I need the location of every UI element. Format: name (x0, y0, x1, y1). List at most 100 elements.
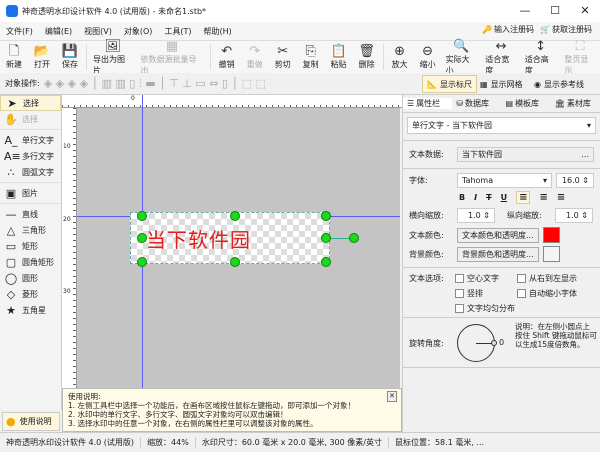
toolbar-button[interactable]: ⛶ 整页显示 (560, 39, 600, 75)
resize-handle[interactable] (137, 211, 147, 221)
tool-item[interactable]: ▭ 矩形 (0, 238, 61, 254)
menu-file[interactable]: 文件(F) (0, 26, 39, 37)
toolbar-button[interactable]: 🗑 删除 (353, 41, 381, 73)
tool-label: 选择 (23, 98, 39, 108)
tool-label: 直线 (22, 209, 38, 219)
tab-materials[interactable]: 🏛 素材库 (551, 98, 600, 109)
distribute-checkbox[interactable]: 文字均匀分布 (455, 303, 515, 314)
layer-icon[interactable]: ◈ ◈ ◈ ◈ │ ▥ ▥ ▯ ⫶ ▬ │ ⊤ ⊥ ▭ ⇔ ▯ │ ⬚ ⬚ (44, 77, 266, 91)
toolbar-button[interactable]: ↕ 适合高度 (521, 39, 561, 75)
hollow-text-checkbox[interactable]: 空心文字 (455, 273, 499, 284)
auto-shrink-checkbox[interactable]: 自动缩小字体 (517, 288, 577, 299)
show-grid-toggle[interactable]: ▦ 显示网格 (476, 75, 527, 93)
resize-handle[interactable] (321, 211, 331, 221)
resize-handle[interactable] (137, 233, 147, 243)
rotation-value: 0 (499, 338, 505, 347)
toolbar-button[interactable]: 💾 保存 (56, 41, 84, 73)
bold-button[interactable]: B (459, 193, 465, 202)
rtl-checkbox[interactable]: 从右到左显示 (517, 273, 577, 284)
tool-item[interactable]: ➤ 选择 (0, 95, 61, 111)
resize-handle[interactable] (321, 233, 331, 243)
resize-handle[interactable] (230, 257, 240, 267)
bg-color-button[interactable]: 背景颜色和透明度... (457, 246, 539, 262)
maximize-button[interactable]: ☐ (540, 0, 570, 22)
vscale-spinner[interactable]: 1.0 ⇕ (555, 208, 593, 223)
toolbar-button[interactable]: 🖼 导出为图片 (89, 39, 136, 75)
rotation-handle[interactable] (349, 233, 359, 243)
help-toggle-button[interactable]: ● 使用说明 (2, 412, 60, 431)
tab-properties[interactable]: ☰ 属性栏 (403, 98, 453, 109)
menu-help[interactable]: 帮助(H) (198, 26, 238, 37)
toolbar-icon: 📂 (33, 44, 51, 59)
tab-label: 素材库 (566, 99, 591, 108)
rotation-dot[interactable] (491, 340, 497, 346)
toolbar-button[interactable]: 📂 打开 (28, 41, 56, 73)
show-guides-toggle[interactable]: ◉ 显示参考线 (530, 75, 588, 93)
tool-item[interactable]: ▣ 图片 (0, 185, 61, 201)
tool-label: 菱形 (22, 289, 38, 299)
key-icon: 🔑 (482, 25, 492, 34)
text-color-button[interactable]: 文本颜色和透明度... (457, 227, 539, 243)
italic-button[interactable]: I (474, 193, 477, 202)
tool-item[interactable]: ◇ 菱形 (0, 286, 61, 302)
toolbar-button[interactable]: ↔ 适合宽度 (481, 39, 521, 75)
tool-label: 单行文字 (22, 135, 54, 145)
align-right-icon[interactable]: ≡ (557, 192, 565, 203)
tool-item[interactable]: A≡ 多行文字 (0, 148, 61, 164)
help-close-button[interactable]: ✕ (387, 391, 397, 402)
font-size-spinner[interactable]: 16.0 ⇕ (556, 173, 594, 188)
object-selector-value: 单行文字 - 当下软件园 (412, 121, 492, 130)
cart-icon: 🛒 (540, 25, 550, 34)
text-data-more-button[interactable]: ... (581, 150, 589, 159)
menu-tools[interactable]: 工具(T) (158, 26, 197, 37)
toolbar-button[interactable]: ↷ 重做 (241, 41, 269, 73)
tool-item[interactable]: ✋ 选择 (0, 111, 61, 127)
tool-item[interactable]: ◯ 圆形 (0, 270, 61, 286)
toolbar-button[interactable]: ⊕ 放大 (386, 41, 414, 73)
tool-item[interactable]: — 直线 (0, 206, 61, 222)
menu-view[interactable]: 视图(V) (78, 26, 118, 37)
menu-edit[interactable]: 编辑(E) (39, 26, 78, 37)
checkbox-label: 从右到左显示 (529, 274, 577, 283)
text-color-swatch[interactable] (542, 227, 560, 243)
watermark-text[interactable]: 当下软件园 (146, 224, 251, 253)
tool-item[interactable]: ∴ 圆弧文字 (0, 164, 61, 180)
bg-color-swatch[interactable] (542, 246, 560, 262)
rotation-label: 旋转角度: (409, 339, 444, 348)
status-app: 神奇透明水印设计软件 4.0 (试用版) (0, 437, 142, 448)
tool-label: 多行文字 (22, 151, 54, 161)
toolbar-button[interactable]: ↶ 撤销 (213, 41, 241, 73)
tool-item[interactable]: A_ 单行文字 (0, 132, 61, 148)
text-data-field[interactable]: 当下软件园... (457, 147, 594, 162)
show-ruler-toggle[interactable]: 📐 显示标尺 (422, 75, 477, 93)
align-left-icon[interactable]: ≡ (516, 191, 531, 204)
toolbar-button[interactable]: ▦ 依数据源批量导出 (136, 39, 207, 75)
strikethrough-button[interactable]: T (486, 193, 491, 202)
resize-handle[interactable] (137, 257, 147, 267)
enter-code-button[interactable]: 🔑 输入注册码 (482, 24, 534, 35)
tool-item[interactable]: ▢ 圆角矩形 (0, 254, 61, 270)
minimize-button[interactable]: — (510, 0, 540, 22)
tab-database[interactable]: ⛁ 数据库 (452, 98, 501, 109)
tool-item[interactable]: △ 三角形 (0, 222, 61, 238)
font-select[interactable]: Tahoma ▾ (457, 173, 552, 188)
resize-handle[interactable] (321, 257, 331, 267)
toolbar-button[interactable]: 🗋 新建 (0, 41, 28, 73)
close-button[interactable]: ✕ (570, 0, 600, 22)
toolbar-button[interactable]: ✂ 剪切 (269, 41, 297, 73)
get-code-button[interactable]: 🛒 获取注册码 (540, 24, 592, 35)
object-selector[interactable]: 单行文字 - 当下软件园 ▾ (407, 117, 596, 134)
tab-templates[interactable]: ▤ 模板库 (502, 98, 551, 109)
tool-item[interactable]: ★ 五角星 (0, 302, 61, 318)
underline-button[interactable]: U (501, 193, 508, 202)
toolbar-button[interactable]: ⊖ 缩小 (414, 41, 442, 73)
toolbar-button[interactable]: ⎘ 复制 (297, 41, 325, 73)
hscale-spinner[interactable]: 1.0 ⇕ (457, 208, 495, 223)
align-center-icon[interactable]: ≡ (539, 192, 547, 203)
toolbar-button[interactable]: 🔍 实际大小 (442, 39, 482, 75)
resize-handle[interactable] (230, 211, 240, 221)
toolbar-button[interactable]: 📋 粘贴 (325, 41, 353, 73)
menu-object[interactable]: 对象(O) (118, 26, 159, 37)
vertical-checkbox[interactable]: 竖排 (455, 288, 483, 299)
vscale-value: 1.0 (566, 211, 579, 220)
